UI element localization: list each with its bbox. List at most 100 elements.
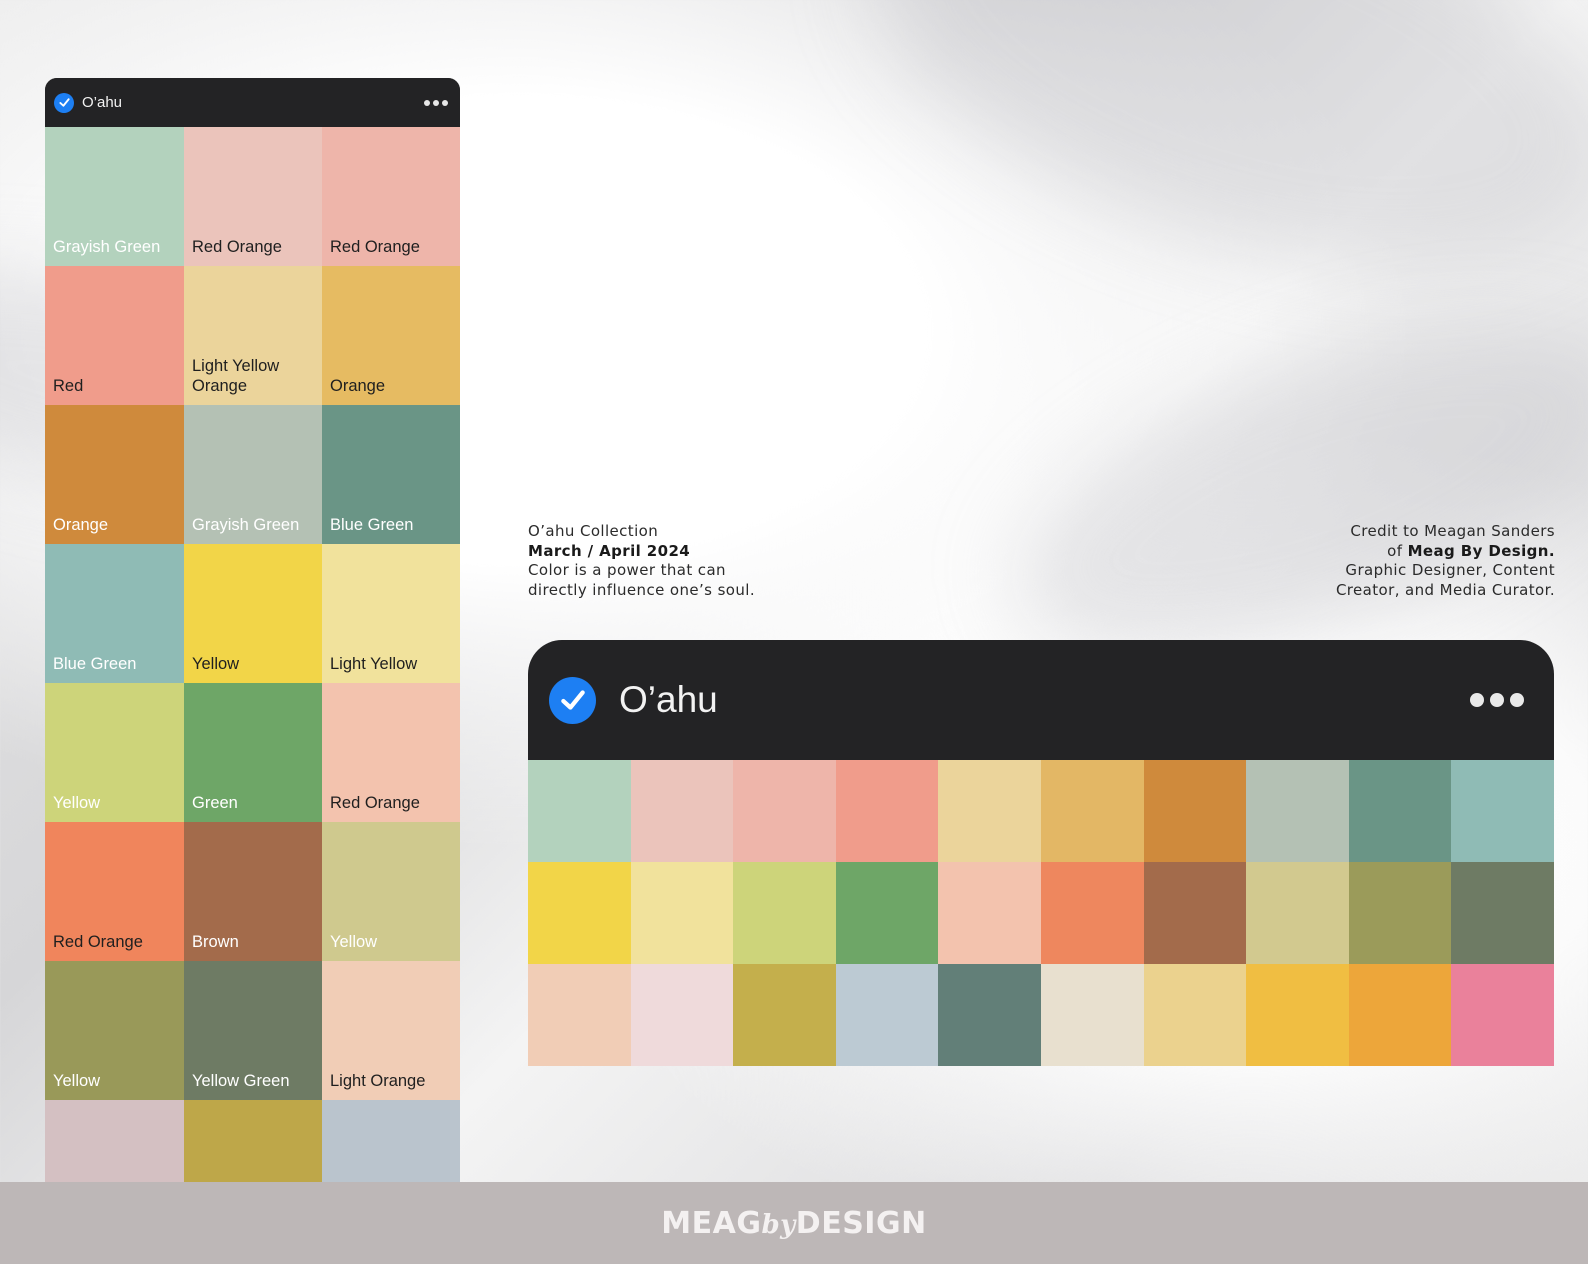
swatch-label: Yellow [192,655,240,673]
swatch-label: Red [53,377,84,395]
footer-bar: MEAGbyDESIGN [0,1182,1588,1264]
color-swatch[interactable] [1246,862,1349,964]
color-swatch[interactable]: Yellow [45,683,184,822]
color-swatch[interactable] [1451,760,1554,862]
color-swatch[interactable]: Orange [322,266,460,405]
swatch-label: Brown [192,933,239,951]
palette-panel-horizontal: O’ahu [528,640,1554,1066]
credit-line-1: Credit to Meagan Sanders [1350,522,1555,540]
color-swatch[interactable] [1143,862,1247,964]
color-swatch[interactable] [1246,964,1349,1066]
color-swatch[interactable] [1143,760,1247,862]
color-swatch[interactable] [45,1100,184,1182]
collection-name: O’ahu Collection [528,522,659,540]
color-swatch[interactable] [528,760,631,862]
color-swatch[interactable] [938,862,1041,964]
color-swatch[interactable]: Grayish Green [184,405,322,544]
shadow-streak [822,0,1588,349]
color-swatch[interactable] [835,760,939,862]
more-options-icon[interactable] [424,99,448,106]
swatch-label: Orange [53,516,109,534]
color-swatch[interactable]: Yellow [184,544,322,683]
credit-line-3: Graphic Designer, Content [1345,561,1555,579]
color-swatch[interactable]: Yellow Green [184,961,322,1100]
palette-title: O’ahu [619,679,718,720]
checkmark-icon[interactable] [54,92,74,113]
color-swatch[interactable] [322,1100,460,1182]
swatch-label: Yellow Green [192,1072,290,1090]
color-swatch[interactable]: Red [45,266,184,405]
swatch-label: Light Yellow Orange [192,357,280,395]
color-swatch[interactable]: Orange [45,405,184,544]
color-swatch[interactable] [630,862,734,964]
swatch-label: Yellow [53,794,101,812]
color-swatch[interactable]: Red Orange [184,127,322,266]
color-swatch[interactable]: Brown [184,822,322,961]
color-swatch[interactable]: Red Orange [322,127,460,266]
color-swatch[interactable] [1348,862,1452,964]
swatch-label: Red Orange [330,794,420,812]
palette-header: O’ahu [45,78,460,127]
swatch-label: Blue Green [53,655,137,673]
color-swatch[interactable]: Yellow [45,961,184,1100]
color-swatch[interactable] [938,964,1041,1066]
color-swatch[interactable] [1040,964,1144,1066]
credit-line-4: Creator, and Media Curator. [1335,580,1555,599]
swatch-label: Green [192,794,238,812]
swatch-label: Grayish Green [192,516,300,534]
color-swatch[interactable]: Red Orange [322,683,460,822]
color-swatch[interactable] [1348,760,1452,862]
swatch-label: Yellow [330,933,378,951]
color-swatch[interactable]: Light Yellow Orange [184,266,322,405]
swatch-label: Blue Green [330,516,414,534]
collection-tagline-2: directly influence one’s soul. [528,580,756,599]
color-swatch[interactable]: Yellow [322,822,460,961]
palette-header: O’ahu [528,640,1554,760]
swatch-label: Red Orange [330,238,420,256]
color-swatch[interactable] [733,862,836,964]
swatch-label: Red Orange [53,933,143,951]
swatch-grid: Grayish Green Red Orange Red Orange Red Ligh… [45,127,460,1182]
color-swatch[interactable] [630,760,734,862]
color-swatch[interactable] [1451,964,1554,1066]
color-swatch[interactable] [630,964,734,1066]
color-swatch[interactable] [1348,964,1452,1066]
swatch-label: Light Orange [330,1072,426,1090]
checkmark-icon[interactable] [549,676,596,724]
color-swatch[interactable] [1451,862,1554,964]
color-swatch[interactable] [184,1100,322,1182]
color-swatch[interactable] [835,862,939,964]
palette-title: O’ahu [82,94,123,111]
color-swatch[interactable]: Blue Green [45,544,184,683]
color-swatch[interactable] [733,760,836,862]
collection-tagline-1: Color is a power that can [528,561,726,579]
swatch-label: Light Yellow [330,655,418,673]
color-swatch[interactable] [1246,760,1349,862]
color-swatch[interactable]: Light Yellow [322,544,460,683]
color-swatch[interactable] [733,964,836,1066]
color-swatch[interactable]: Green [184,683,322,822]
brand-logo: MEAGbyDESIGN [661,1205,927,1241]
collection-date: March / April 2024 [528,541,691,560]
color-swatch[interactable]: Blue Green [322,405,460,544]
swatch-label: Grayish Green [53,238,161,256]
color-swatch[interactable] [1143,964,1247,1066]
color-swatch[interactable] [938,760,1041,862]
color-swatch[interactable]: Red Orange [45,822,184,961]
palette-panel-vertical: O’ahu Grayish Green Red Orange Red Orange R… [45,78,460,1182]
swatch-label: Red Orange [192,238,282,256]
collection-caption: O’ahu Collection March / April 2024 Colo… [528,522,755,600]
color-swatch[interactable] [528,964,631,1066]
color-swatch[interactable] [1040,862,1144,964]
color-swatch[interactable] [835,964,939,1066]
color-swatch[interactable]: Light Orange [322,961,460,1100]
swatch-grid [528,760,1554,1066]
swatch-label: Yellow [53,1072,101,1090]
color-swatch[interactable] [528,862,631,964]
color-swatch[interactable]: Grayish Green [45,127,184,266]
credit-caption: Credit to Meagan Sanders of Meag By Desi… [1336,522,1555,600]
color-swatch[interactable] [1040,760,1144,862]
more-options-icon[interactable] [1470,693,1524,707]
credit-line-2: of Meag By Design. [1387,541,1555,560]
swatch-label: Orange [330,377,386,395]
